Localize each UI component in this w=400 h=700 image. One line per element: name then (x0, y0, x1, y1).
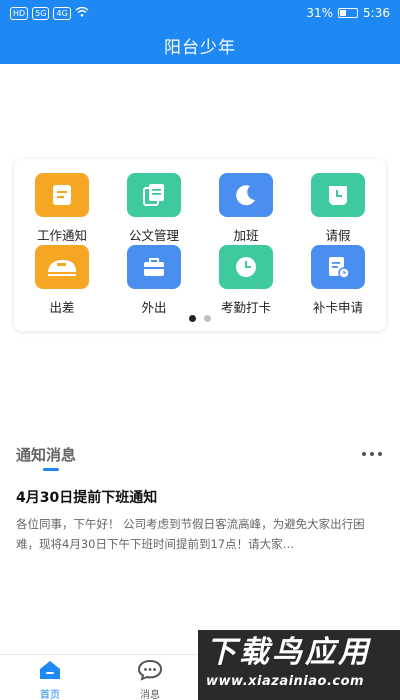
page-indicator (14, 315, 386, 322)
tab-label: 首页 (40, 690, 60, 700)
tab-messages[interactable]: 消息 (120, 659, 180, 700)
calendar-clock-icon (311, 173, 365, 217)
function-grid: 工作通知 公文管理 加班 请假 出差 外出 考勤打卡 补卡申请 (14, 159, 386, 331)
grid-item-label: 加班 (233, 228, 259, 243)
battery-percent: 31% (306, 6, 334, 20)
grid-item-document-management[interactable]: 公文管理 (108, 173, 200, 244)
watermark-logo: 下载鸟应用 www.xiazainiao.com (198, 630, 400, 700)
grid-item-leave[interactable]: 请假 (292, 173, 384, 244)
grid-item-makeup-punch[interactable]: 补卡申请 (292, 245, 384, 316)
notice-title[interactable]: 4月30日提前下班通知 (16, 487, 157, 507)
wifi-icon (75, 6, 89, 20)
network-5g-badge: 5G (32, 6, 50, 20)
home-icon (37, 659, 63, 684)
hd-badge: HD (10, 6, 29, 20)
grid-item-label: 出差 (49, 300, 75, 315)
grid-item-label: 外出 (141, 300, 167, 315)
clock-icon (219, 245, 273, 289)
grid-item-label: 工作通知 (36, 228, 87, 243)
document-icon (35, 173, 89, 217)
grid-item-go-out[interactable]: 外出 (108, 245, 200, 316)
grid-item-work-notice[interactable]: 工作通知 (16, 173, 108, 244)
form-icon (311, 245, 365, 289)
page-dot-active[interactable] (189, 315, 196, 322)
grid-item-label: 考勤打卡 (220, 300, 271, 315)
network-4g-badge: 4G (53, 6, 71, 20)
tab-label: 消息 (140, 690, 160, 700)
moon-icon (219, 173, 273, 217)
grid-item-overtime[interactable]: 加班 (200, 173, 292, 244)
page-title: 阳台少年 (164, 37, 236, 58)
train-icon (35, 245, 89, 289)
grid-item-label: 公文管理 (128, 228, 179, 243)
briefcase-icon (127, 245, 181, 289)
more-icon[interactable] (360, 446, 384, 462)
watermark-text: 下载鸟应用 (206, 635, 371, 670)
notice-preview[interactable]: 各位同事，下午好！ 公司考虑到节假日客流高峰，为避免大家出行困难，现将4月30日… (16, 514, 384, 554)
clock-time: 5:36 (363, 6, 390, 20)
status-icons: HD 5G 4G (10, 6, 89, 20)
status-bar: HD 5G 4G 31% 5:36 (0, 0, 400, 26)
grid-item-attendance-checkin[interactable]: 考勤打卡 (200, 245, 292, 316)
page-dot[interactable] (204, 315, 211, 322)
battery-icon (338, 8, 359, 18)
app-header: 阳台少年 (0, 26, 400, 64)
chat-icon (137, 659, 163, 684)
grid-item-label: 补卡申请 (312, 300, 363, 315)
grid-item-label: 请假 (325, 228, 351, 243)
section-underline (43, 468, 59, 471)
watermark-url: www.xiazainiao.com (206, 674, 365, 689)
files-icon (127, 173, 181, 217)
notice-section-header: 通知消息 (16, 444, 384, 474)
section-title: 通知消息 (16, 446, 77, 464)
grid-item-business-trip[interactable]: 出差 (16, 245, 108, 316)
tab-home[interactable]: 首页 (20, 659, 80, 700)
